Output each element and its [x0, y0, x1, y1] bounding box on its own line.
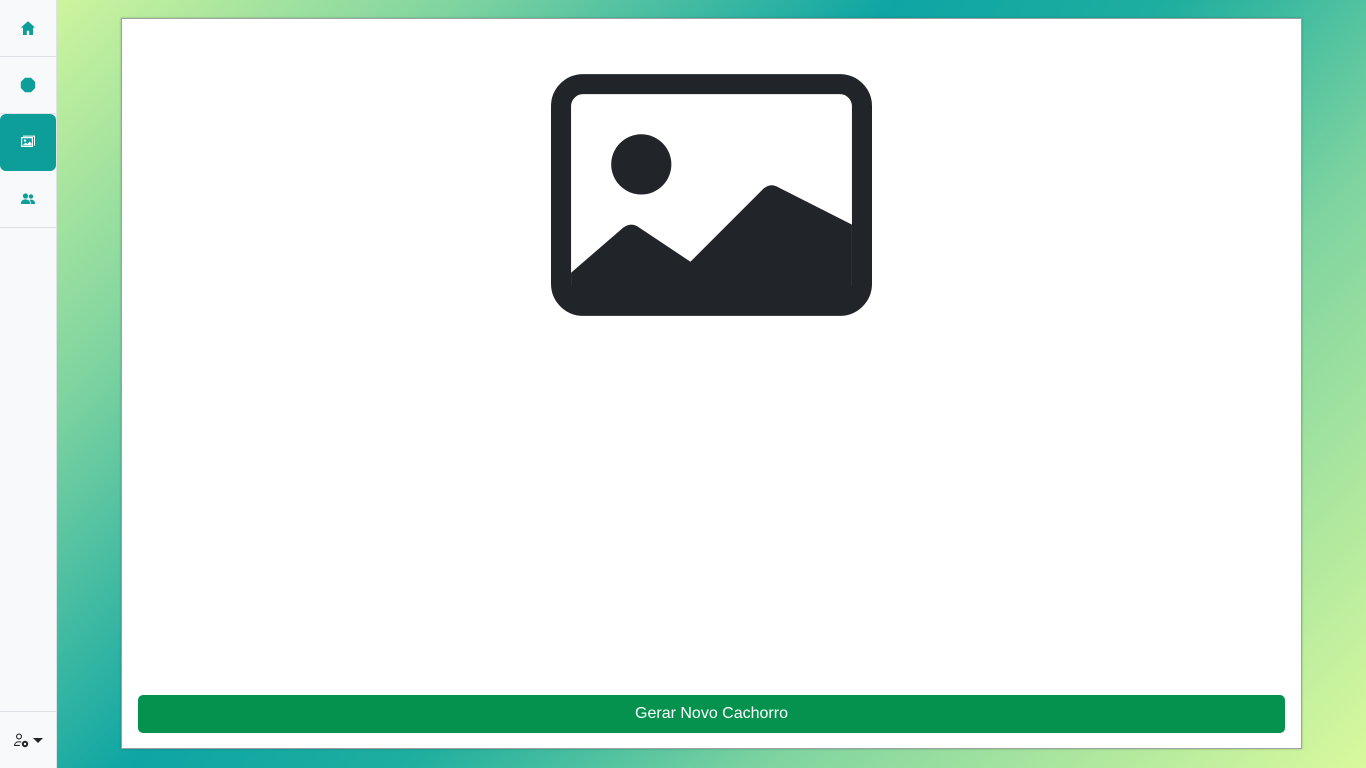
home-icon [20, 21, 36, 35]
images-icon [21, 135, 35, 147]
image-placeholder-icon [551, 74, 872, 317]
sidebar-item-octagon[interactable] [0, 57, 56, 114]
sidebar-item-people[interactable] [0, 171, 56, 228]
octagon-icon [20, 77, 36, 93]
sidebar-nav [0, 0, 56, 228]
caret-down-icon [33, 738, 43, 743]
generate-dog-button[interactable]: Gerar Novo Cachorro [138, 695, 1285, 733]
dog-image-card: Gerar Novo Cachorro [121, 18, 1302, 749]
sidebar-item-images[interactable] [0, 114, 56, 171]
person-gear-icon [14, 733, 29, 748]
user-menu-dropdown[interactable] [0, 711, 56, 768]
people-icon [20, 193, 36, 204]
sidebar [0, 0, 57, 768]
sidebar-item-home[interactable] [0, 0, 56, 57]
